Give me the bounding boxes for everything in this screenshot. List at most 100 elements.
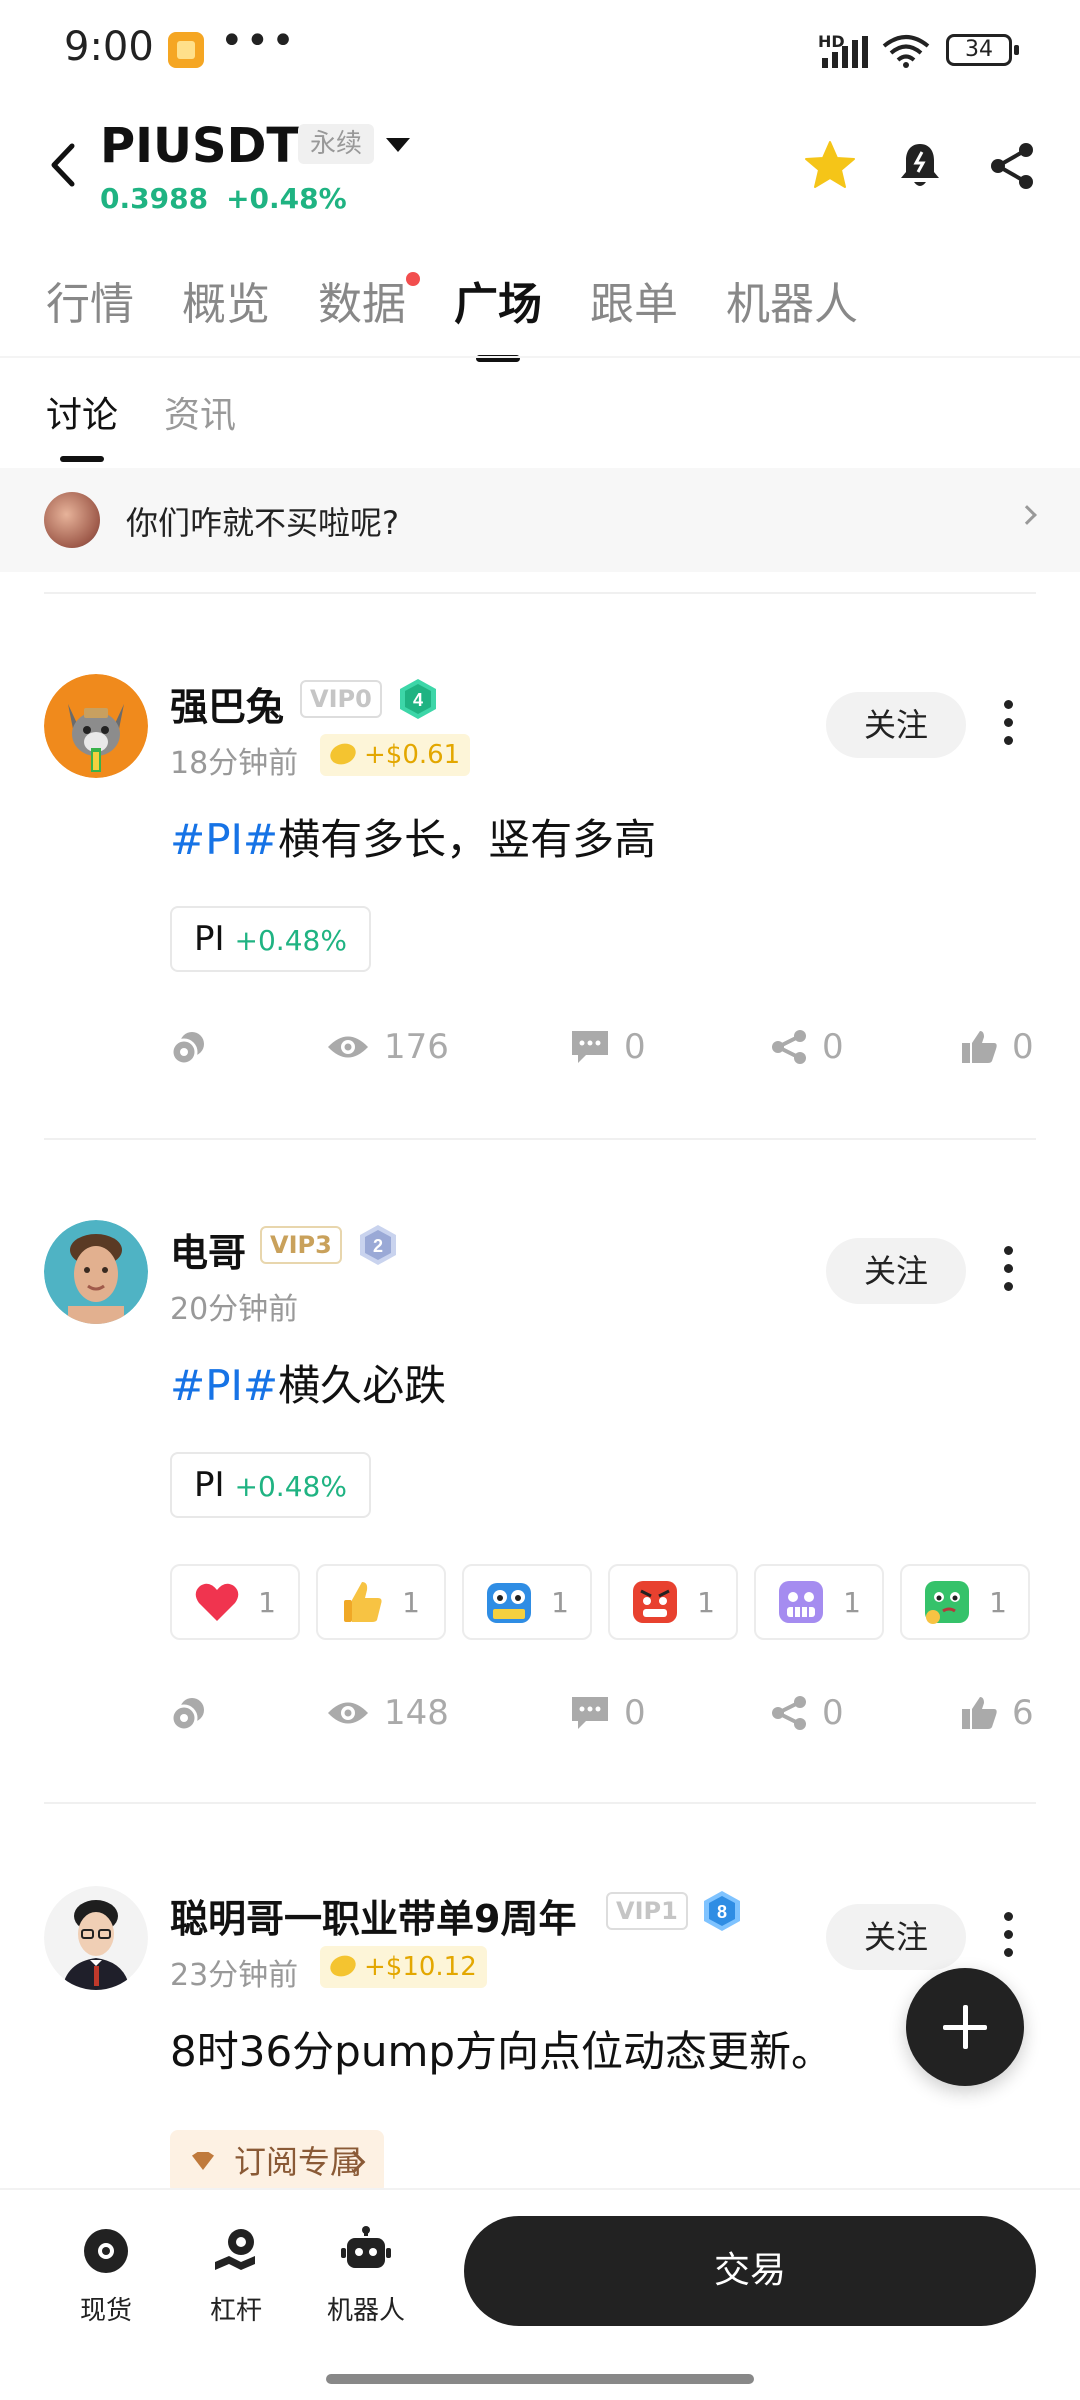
star-icon[interactable] <box>802 138 858 194</box>
price-info: 0.3988 +0.48% <box>100 182 347 215</box>
home-indicator[interactable] <box>326 2374 754 2384</box>
main-tabs: 行情 概览 数据 广场 跟单 机器人 <box>46 268 906 362</box>
share-button[interactable]: 0 <box>770 1022 844 1072</box>
post-stats: 176 0 0 0 <box>170 1022 1036 1072</box>
divider <box>44 592 1036 594</box>
comment-button[interactable]: 0 <box>570 1022 646 1072</box>
post-time: 20分钟前 <box>170 1292 299 1327</box>
follow-button[interactable]: 关注 <box>826 1238 966 1304</box>
status-bar: 9:00 ••• HD 34 <box>0 0 1080 100</box>
spot-icon <box>84 2229 128 2273</box>
level-badge: 8 <box>704 1891 740 1931</box>
post-text[interactable]: #PI#横有多长，竖有多高 <box>170 806 656 867</box>
avatar[interactable] <box>44 1886 148 1990</box>
coin-symbol: PI <box>194 1465 225 1505</box>
level-number: 2 <box>373 1236 383 1256</box>
post-stats: 148 0 0 6 <box>170 1688 1036 1738</box>
pair-title[interactable]: PIUSDT <box>100 118 299 174</box>
coin-tip-icon <box>170 1032 204 1066</box>
thumbs-up-icon <box>962 1031 997 1063</box>
subtab-discussion[interactable]: 讨论 <box>46 386 118 462</box>
trade-button[interactable]: 交易 <box>464 2216 1036 2326</box>
reaction-hodl[interactable]: 1 <box>462 1564 592 1640</box>
tab-data[interactable]: 数据 <box>318 268 420 332</box>
post-body: 横久必跌 <box>278 1361 447 1410</box>
share-button[interactable]: 0 <box>770 1688 844 1738</box>
hodl-emoji-icon <box>487 1583 532 1623</box>
hashtag[interactable]: #PI# <box>170 1361 278 1410</box>
reaction-thumbs-up[interactable]: 1 <box>316 1564 446 1640</box>
vip-badge: VIP0 <box>300 680 382 718</box>
username[interactable]: 电哥 <box>170 1222 246 1277</box>
avatar[interactable] <box>44 1220 148 1324</box>
sub-tabs: 讨论 资讯 <box>46 386 282 462</box>
bell-icon[interactable] <box>892 138 948 194</box>
coin-change: +0.48% <box>234 1470 347 1503</box>
status-time: 9:00 <box>64 24 154 70</box>
post-time: 23分钟前 <box>170 1958 299 1993</box>
reaction-angry[interactable]: 1 <box>608 1564 738 1640</box>
tip-button[interactable] <box>170 1688 222 1738</box>
nav-margin[interactable]: 杠杆 <box>176 2226 296 2327</box>
comment-button[interactable]: 0 <box>570 1688 646 1738</box>
notification-dot <box>406 272 420 286</box>
username[interactable]: 强巴兔 <box>170 676 284 731</box>
likes-count: 6 <box>1012 1693 1034 1733</box>
chevron-right-icon <box>1017 505 1037 525</box>
reaction-heart[interactable]: 1 <box>170 1564 300 1640</box>
grimace-emoji-icon <box>779 1581 824 1623</box>
subtab-news[interactable]: 资讯 <box>164 386 236 438</box>
tab-bots[interactable]: 机器人 <box>726 268 858 332</box>
follow-button[interactable]: 关注 <box>826 692 966 758</box>
coin-symbol: PI <box>194 919 225 959</box>
tab-square[interactable]: 广场 <box>454 268 542 362</box>
tab-data-label: 数据 <box>318 279 406 330</box>
tab-market[interactable]: 行情 <box>46 268 134 332</box>
post-body[interactable]: 8时36分pump方向点位动态更新。 <box>170 2018 833 2079</box>
margin-icon <box>215 2229 255 2270</box>
chevron-down-icon[interactable] <box>386 138 410 152</box>
level-number: 8 <box>717 1902 727 1922</box>
create-post-button[interactable] <box>906 1968 1024 2086</box>
tab-overview[interactable]: 概览 <box>182 268 270 332</box>
more-options-icon[interactable] <box>996 700 1020 754</box>
eye-icon <box>328 1036 368 1058</box>
eye-icon <box>328 1702 368 1724</box>
like-button[interactable]: 0 <box>960 1022 1034 1072</box>
nav-spot[interactable]: 现货 <box>46 2226 166 2327</box>
reaction-thinking[interactable]: 1 <box>900 1564 1030 1640</box>
avatar[interactable] <box>44 674 148 778</box>
level-badge: 2 <box>360 1225 396 1265</box>
tab-copy-trading[interactable]: 跟单 <box>590 268 678 332</box>
follow-button[interactable]: 关注 <box>826 1904 966 1970</box>
nav-bots[interactable]: 机器人 <box>306 2226 426 2327</box>
subscribe-exclusive-button[interactable]: 订阅专属 <box>170 2130 385 2194</box>
hashtag[interactable]: #PI# <box>170 815 278 864</box>
wifi-icon <box>882 35 930 68</box>
username[interactable]: 聪明哥一职业带单9周年 <box>170 1888 576 1943</box>
reactions-row: 1 1 1 1 1 1 <box>170 1564 1030 1640</box>
more-options-icon[interactable] <box>996 1912 1020 1966</box>
views-count: 176 <box>384 1027 449 1067</box>
coin-tag[interactable]: PI +0.48% <box>170 1452 371 1518</box>
coin-change: +0.48% <box>234 924 347 957</box>
more-options-icon[interactable] <box>996 1246 1020 1300</box>
level-badge: 4 <box>400 679 436 719</box>
price-change: +0.48% <box>226 182 347 215</box>
earnings-badge: +$10.12 <box>320 1946 487 1988</box>
pinned-post[interactable]: 你们咋就不买啦呢? <box>0 468 1080 572</box>
reaction-count: 1 <box>843 1585 861 1619</box>
reaction-grimace[interactable]: 1 <box>754 1564 884 1640</box>
post-text[interactable]: #PI#横久必跌 <box>170 1352 446 1413</box>
tip-button[interactable] <box>170 1022 222 1072</box>
share-icon <box>772 1030 806 1064</box>
coin-tag[interactable]: PI +0.48% <box>170 906 371 972</box>
pinned-text: 你们咋就不买啦呢? <box>126 504 399 542</box>
earnings-badge: +$0.61 <box>320 734 471 776</box>
battery-icon: 34 <box>946 34 1019 66</box>
share-icon[interactable] <box>984 138 1040 194</box>
like-button[interactable]: 6 <box>960 1688 1034 1738</box>
bottom-bar: 现货 杠杆 机器人 交易 <box>0 2188 1080 2400</box>
thinking-emoji-icon <box>925 1581 970 1624</box>
back-icon[interactable] <box>44 140 84 190</box>
